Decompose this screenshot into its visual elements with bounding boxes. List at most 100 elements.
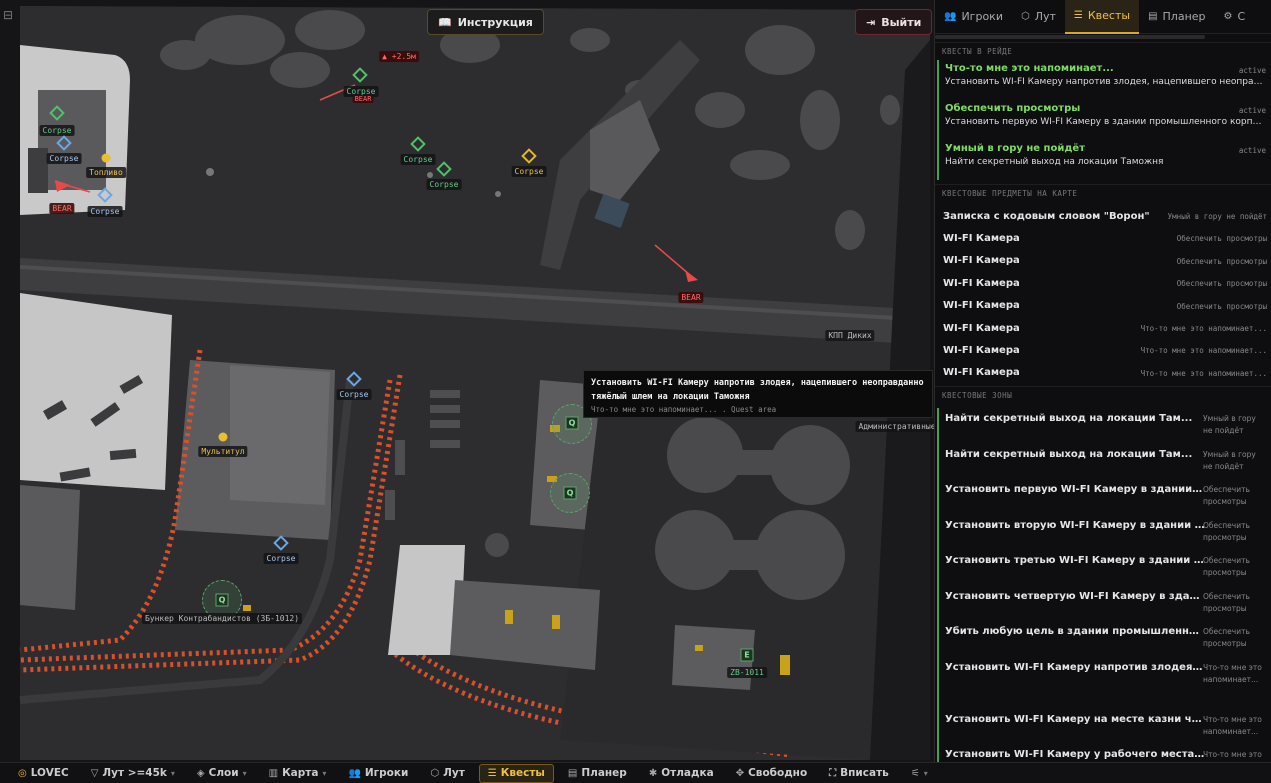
bug-icon: ✱: [648, 767, 658, 779]
quest-zone-item[interactable]: Убить любую цель в здании промышленного …: [937, 621, 1271, 657]
corpse-label: Corpse: [87, 206, 123, 217]
quest-item[interactable]: WI-FI Камера Что-то мне это напоминает...: [935, 362, 1271, 384]
bottom-toolbar: ◎ LOVEC ▽ Лут >=45k ▾ ◈ Слои ▾ ▥ Карта ▾ 👥 Игрок…: [0, 762, 1271, 783]
settings-icon: ⚙: [1223, 11, 1233, 22]
players-icon: 👥: [348, 767, 361, 779]
map-pin-icon: ◎: [18, 767, 27, 779]
debug-button[interactable]: ✱ Отладка: [641, 764, 722, 783]
tabs-scrollbar[interactable]: [935, 35, 1205, 39]
corpse-label: Corpse: [426, 179, 462, 190]
layers-icon: ◈: [196, 767, 205, 779]
planner-icon: ▤: [1148, 11, 1158, 22]
bear-label: BEAR: [352, 95, 374, 103]
quests-icon: ☰: [1073, 10, 1083, 21]
status-badge: active: [1238, 66, 1266, 75]
tooltip-title: Установить WI-FI Камеру напротив злодея,…: [591, 378, 924, 402]
chevron-down-icon: ▾: [170, 768, 175, 778]
quest-zone-item[interactable]: Установить WI-FI Камеру напротив злодея,…: [937, 656, 1271, 709]
planner-button[interactable]: ▤ Планер: [560, 764, 635, 783]
sliders-icon: ⚟: [910, 767, 920, 779]
planner-icon: ▤: [567, 767, 578, 779]
sidebar-toggle-icon[interactable]: ⊟: [0, 8, 16, 32]
chevron-down-icon: ▾: [242, 768, 247, 778]
tab-settings[interactable]: ⚙ С: [1215, 0, 1255, 34]
logout-icon: ⇥: [866, 15, 876, 29]
quest-zone-icon: Q: [215, 593, 229, 607]
fuel-marker-icon[interactable]: [101, 153, 111, 163]
corpse-label: Corpse: [46, 153, 82, 164]
settings-toggle-button[interactable]: ⚟ ▾: [903, 764, 936, 783]
quest-item[interactable]: WI-FI Камера Обеспечить просмотры: [935, 295, 1271, 317]
tab-quests[interactable]: ☰ Квесты: [1064, 0, 1140, 34]
quest-zone-item[interactable]: Установить WI-FI Камеру на месте казни ч…: [937, 708, 1271, 745]
map-name-button[interactable]: ◎ LOVEC: [10, 764, 77, 783]
tab-loot[interactable]: ⬡ Лут: [1012, 0, 1065, 34]
quest-item[interactable]: WI-FI Камера Обеспечить просмотры: [935, 227, 1271, 249]
quest-item[interactable]: WI-FI Камера Что-то мне это напоминает...: [935, 317, 1271, 339]
loot-icon: ⬡: [430, 767, 440, 779]
expand-icon: ⛶: [829, 767, 837, 779]
quest-zone-item[interactable]: Установить третью WI-FI Камеру в здании …: [937, 550, 1271, 586]
status-badge: active: [1238, 106, 1266, 115]
fit-button[interactable]: ⛶ Вписать: [821, 764, 897, 783]
raid-quest[interactable]: Обеспечить просмотры Установить первую W…: [937, 100, 1271, 140]
exit-button[interactable]: ⇥ Выйти: [855, 9, 933, 35]
raid-quest[interactable]: Умный в гору не пойдёт Найти секретный в…: [937, 140, 1271, 180]
layers-button[interactable]: ◈ Слои ▾: [189, 764, 255, 783]
quest-item[interactable]: WI-FI Камера Что-то мне это напоминает...: [935, 339, 1271, 361]
kpp-label: КПП Диких: [825, 330, 875, 341]
exfil-icon: E: [740, 648, 754, 662]
quest-item[interactable]: Записка с кодовым словом "Ворон" Умный в …: [935, 205, 1271, 227]
fuel-label: Топливо: [86, 167, 126, 178]
zb1011-label: ZB-1011: [727, 667, 767, 678]
admin-label: Административные: [855, 421, 934, 432]
instructions-button[interactable]: 📖 Инструкция: [427, 9, 544, 35]
players-icon: 👥: [944, 11, 957, 22]
bear-label: BEAR: [49, 203, 75, 214]
quest-zone-item[interactable]: Установить четвертую WI-FI Камеру в здан…: [937, 585, 1271, 622]
book-icon: 📖: [438, 15, 452, 29]
players-button[interactable]: 👥 Игроки: [340, 764, 416, 783]
corpse-label: Corpse: [336, 389, 372, 400]
map-view[interactable]: ⊟ 📖 Инструкция ⇥ Выйти Corpse ▲ +2.5м BE…: [0, 0, 934, 762]
quest-item[interactable]: WI-FI Камера Обеспечить просмотры: [935, 272, 1271, 294]
chevron-down-icon: ▾: [322, 768, 327, 778]
tab-planner[interactable]: ▤ Планер: [1139, 0, 1214, 34]
tab-players[interactable]: 👥 Игроки: [935, 0, 1012, 34]
bunker-label: Бункер Контрабандистов (ЗБ-1012): [141, 613, 303, 624]
loot-filter-button[interactable]: ▽ Лут >=45k ▾: [83, 764, 183, 783]
corpse-label: Corpse: [400, 154, 436, 165]
loot-button[interactable]: ⬡ Лут: [422, 764, 472, 783]
section-quest-zones: КВЕСТОВЫЕ ЗОНЫ: [935, 386, 1271, 404]
quests-button[interactable]: ☰ Квесты: [478, 763, 554, 783]
multitool-label: Мультитул: [198, 446, 248, 457]
bear-label: BEAR: [678, 292, 704, 303]
quest-zone-item[interactable]: Установить WI-FI Камеру у рабочего места…: [937, 744, 1271, 762]
quests-icon: ☰: [487, 767, 497, 779]
corpse-label: Corpse: [263, 553, 299, 564]
quest-zone-item[interactable]: Найти секретный выход на локации Там... У…: [937, 408, 1271, 444]
map-tooltip: Установить WI-FI Камеру напротив злодея,…: [583, 370, 933, 418]
quest-item[interactable]: WI-FI Камера Обеспечить просмотры: [935, 250, 1271, 272]
multitool-marker-icon[interactable]: [218, 432, 228, 442]
filter-icon: ▽: [90, 767, 99, 779]
elevation-label: ▲ +2.5м: [379, 51, 419, 62]
move-icon: ✥: [735, 767, 745, 779]
chevron-down-icon: ▾: [923, 768, 928, 778]
quest-zone-item[interactable]: Установить первую WI-FI Камеру в здании …: [937, 479, 1271, 515]
side-panel: 👥 Игроки ⬡ Лут ☰ Квесты ▤ Планер ⚙ С КВЕСТЫ В…: [934, 0, 1271, 762]
app-root: ⊟ 📖 Инструкция ⇥ Выйти Corpse ▲ +2.5м BE…: [0, 0, 1271, 783]
free-camera-button[interactable]: ✥ Свободно: [728, 764, 815, 783]
map-button[interactable]: ▥ Карта ▾: [261, 764, 335, 783]
quest-zone-item[interactable]: Найти секретный выход на локации Там... У…: [937, 443, 1271, 480]
section-quest-items: КВЕСТОВЫЕ ПРЕДМЕТЫ НА КАРТЕ: [935, 184, 1271, 202]
tooltip-subtitle: Что-то мне это напоминает... . Quest are…: [591, 405, 777, 414]
raid-quest[interactable]: Что-то мне это напоминает... Установить …: [937, 60, 1271, 100]
quest-zone-item[interactable]: Установить вторую WI-FI Камеру в здании …: [937, 514, 1271, 551]
loot-icon: ⬡: [1020, 11, 1030, 22]
corpse-label: Corpse: [39, 125, 75, 136]
section-raid-quests: КВЕСТЫ В РЕЙДЕ: [935, 42, 1271, 60]
quest-zone-icon: Q: [565, 416, 579, 430]
panel-tabs: 👥 Игроки ⬡ Лут ☰ Квесты ▤ Планер ⚙ С: [935, 0, 1271, 34]
quest-zone-icon: Q: [563, 486, 577, 500]
